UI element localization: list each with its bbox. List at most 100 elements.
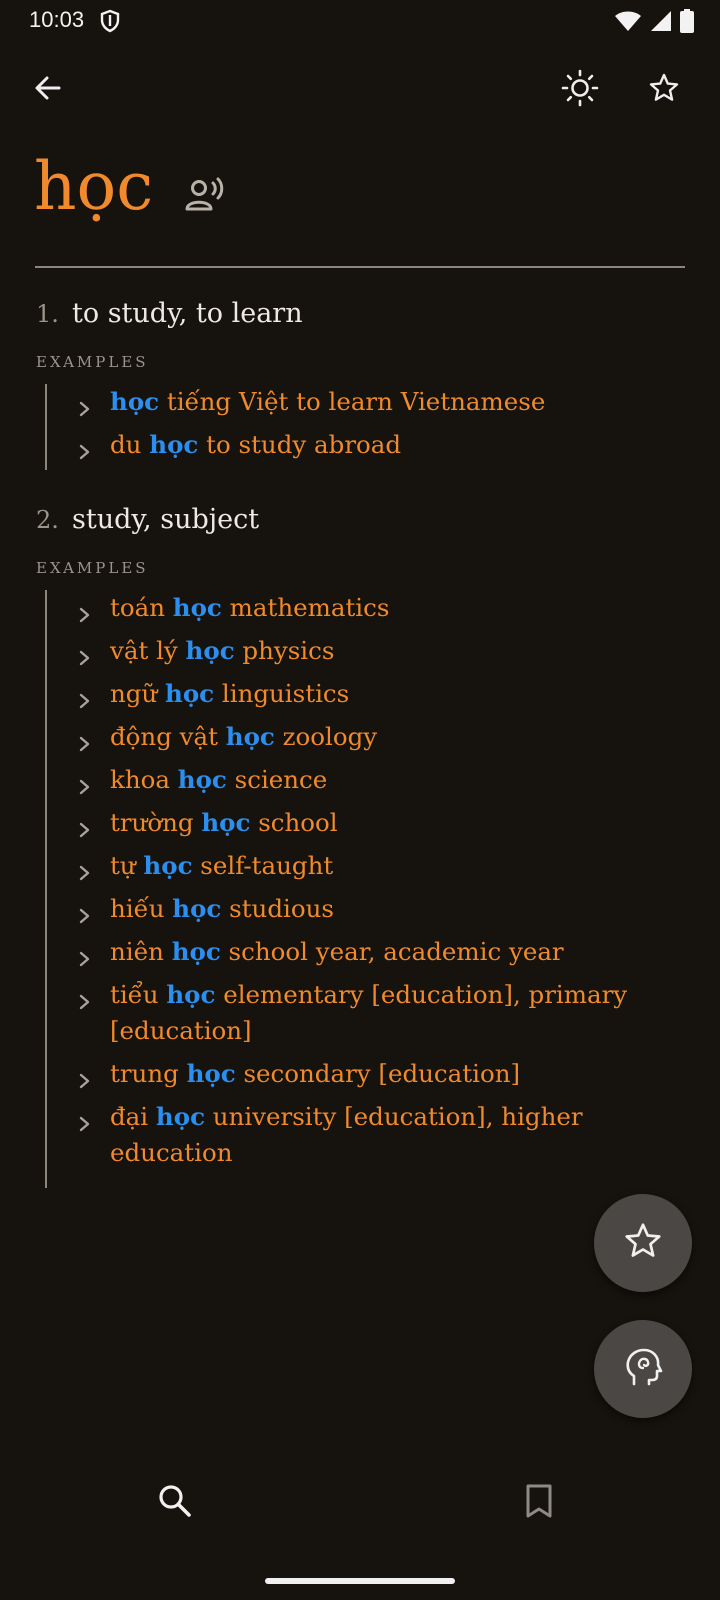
examples-label: EXAMPLES bbox=[36, 559, 149, 577]
status-time: 10:03 bbox=[29, 7, 85, 32]
example-prefix: động vật bbox=[110, 722, 226, 751]
example-item[interactable]: hiếu học studious bbox=[78, 891, 678, 927]
example-translation: physics bbox=[234, 636, 335, 665]
example-item[interactable]: niên học school year, academic year bbox=[78, 934, 678, 970]
example-prefix: du bbox=[110, 430, 150, 459]
example-translation: zoology bbox=[274, 722, 378, 751]
example-prefix: tiểu bbox=[110, 980, 167, 1009]
example-translation: school bbox=[250, 808, 338, 837]
example-prefix: khoa bbox=[110, 765, 178, 794]
pronounce-button[interactable] bbox=[184, 176, 228, 220]
arrow-back-icon bbox=[33, 73, 63, 107]
chevron-right-icon bbox=[78, 1064, 92, 1100]
example-prefix: trường bbox=[110, 808, 202, 837]
example-item[interactable]: trung học secondary [education] bbox=[78, 1056, 678, 1092]
examples-list: toán học mathematics vật lý học physics ng… bbox=[78, 590, 678, 1178]
chevron-right-icon bbox=[78, 727, 92, 763]
example-translation: school year, academic year bbox=[220, 937, 564, 966]
example-translation: to study abroad bbox=[198, 430, 402, 459]
example-translation: linguistics bbox=[214, 679, 350, 708]
bottom-navigation bbox=[0, 1460, 720, 1540]
chevron-right-icon bbox=[78, 1107, 92, 1143]
example-highlight: học bbox=[172, 894, 222, 923]
example-prefix: niên bbox=[110, 937, 172, 966]
example-highlight: học bbox=[185, 636, 235, 665]
chevron-right-icon bbox=[78, 770, 92, 806]
status-icons bbox=[614, 9, 694, 37]
examples-list: học tiếng Việt to learn Vietnamese du học… bbox=[78, 384, 678, 470]
status-bar: 10:03 bbox=[0, 0, 720, 42]
example-item[interactable]: vật lý học physics bbox=[78, 633, 678, 669]
chevron-right-icon bbox=[78, 435, 92, 471]
chevron-right-icon bbox=[78, 942, 92, 978]
example-item[interactable]: khoa học science bbox=[78, 762, 678, 798]
example-highlight: học bbox=[201, 808, 251, 837]
chevron-right-icon bbox=[78, 392, 92, 428]
chevron-right-icon bbox=[78, 598, 92, 634]
example-highlight: học bbox=[225, 722, 275, 751]
example-translation: self-taught bbox=[192, 851, 334, 880]
nav-search-tab[interactable] bbox=[156, 1482, 194, 1524]
psychology-icon bbox=[622, 1346, 664, 1392]
sense-definition: to study, to learn bbox=[72, 298, 303, 329]
examples-label: EXAMPLES bbox=[36, 353, 149, 371]
search-icon bbox=[156, 1485, 194, 1524]
example-item[interactable]: trường học school bbox=[78, 805, 678, 841]
example-prefix: vật lý bbox=[110, 636, 186, 665]
example-item[interactable]: toán học mathematics bbox=[78, 590, 678, 626]
shield-icon bbox=[100, 9, 120, 37]
example-highlight: học bbox=[177, 765, 227, 794]
sense-number: 1. bbox=[36, 300, 59, 328]
example-highlight: học bbox=[165, 679, 215, 708]
example-prefix: hiếu bbox=[110, 894, 173, 923]
example-highlight: học bbox=[186, 1059, 236, 1088]
sense-number: 2. bbox=[36, 506, 59, 534]
example-item[interactable]: đại học university [education], higher e… bbox=[78, 1099, 678, 1171]
sense-definition: study, subject bbox=[72, 504, 260, 535]
chevron-right-icon bbox=[78, 684, 92, 720]
headword: học bbox=[34, 148, 154, 225]
signal-icon bbox=[650, 10, 672, 36]
example-prefix: toán bbox=[110, 593, 173, 622]
example-item[interactable]: ngữ học linguistics bbox=[78, 676, 678, 712]
nav-bookmarks-tab[interactable] bbox=[520, 1482, 558, 1524]
star-outline-icon bbox=[623, 1221, 663, 1265]
example-highlight: học bbox=[155, 1102, 205, 1131]
example-item[interactable]: tiểu học elementary [education], primary… bbox=[78, 977, 678, 1049]
study-fab[interactable] bbox=[594, 1320, 692, 1418]
example-prefix: tự bbox=[110, 851, 144, 880]
example-prefix: ngữ bbox=[110, 679, 166, 708]
wifi-icon bbox=[614, 10, 642, 36]
chevron-right-icon bbox=[78, 856, 92, 892]
chevron-right-icon bbox=[78, 899, 92, 935]
example-highlight: học bbox=[166, 980, 216, 1009]
example-highlight: học bbox=[110, 387, 160, 416]
examples-bar bbox=[45, 384, 47, 470]
headword-divider bbox=[35, 266, 685, 268]
favorite-fab[interactable] bbox=[594, 1194, 692, 1292]
brightness-icon bbox=[560, 68, 600, 112]
theme-toggle-button[interactable] bbox=[556, 66, 604, 114]
example-highlight: học bbox=[149, 430, 199, 459]
top-app-bar bbox=[0, 60, 720, 124]
example-highlight: học bbox=[143, 851, 193, 880]
example-prefix: trung bbox=[110, 1059, 187, 1088]
chevron-right-icon bbox=[78, 641, 92, 677]
example-item[interactable]: du học to study abroad bbox=[78, 427, 678, 463]
examples-bar bbox=[45, 590, 47, 1188]
example-translation: mathematics bbox=[221, 593, 390, 622]
example-translation: secondary [education] bbox=[235, 1059, 521, 1088]
example-translation: tiếng Việt to learn Vietnamese bbox=[159, 387, 546, 416]
example-item[interactable]: động vật học zoology bbox=[78, 719, 678, 755]
favorite-button[interactable] bbox=[640, 66, 688, 114]
gesture-bar[interactable] bbox=[265, 1578, 455, 1584]
example-translation: studious bbox=[221, 894, 334, 923]
example-item[interactable]: học tiếng Việt to learn Vietnamese bbox=[78, 384, 678, 420]
battery-icon bbox=[680, 9, 694, 37]
example-highlight: học bbox=[172, 593, 222, 622]
example-item[interactable]: tự học self-taught bbox=[78, 848, 678, 884]
example-highlight: học bbox=[171, 937, 221, 966]
bookmark-icon bbox=[520, 1484, 558, 1524]
example-translation: science bbox=[226, 765, 328, 794]
back-button[interactable] bbox=[24, 66, 72, 114]
